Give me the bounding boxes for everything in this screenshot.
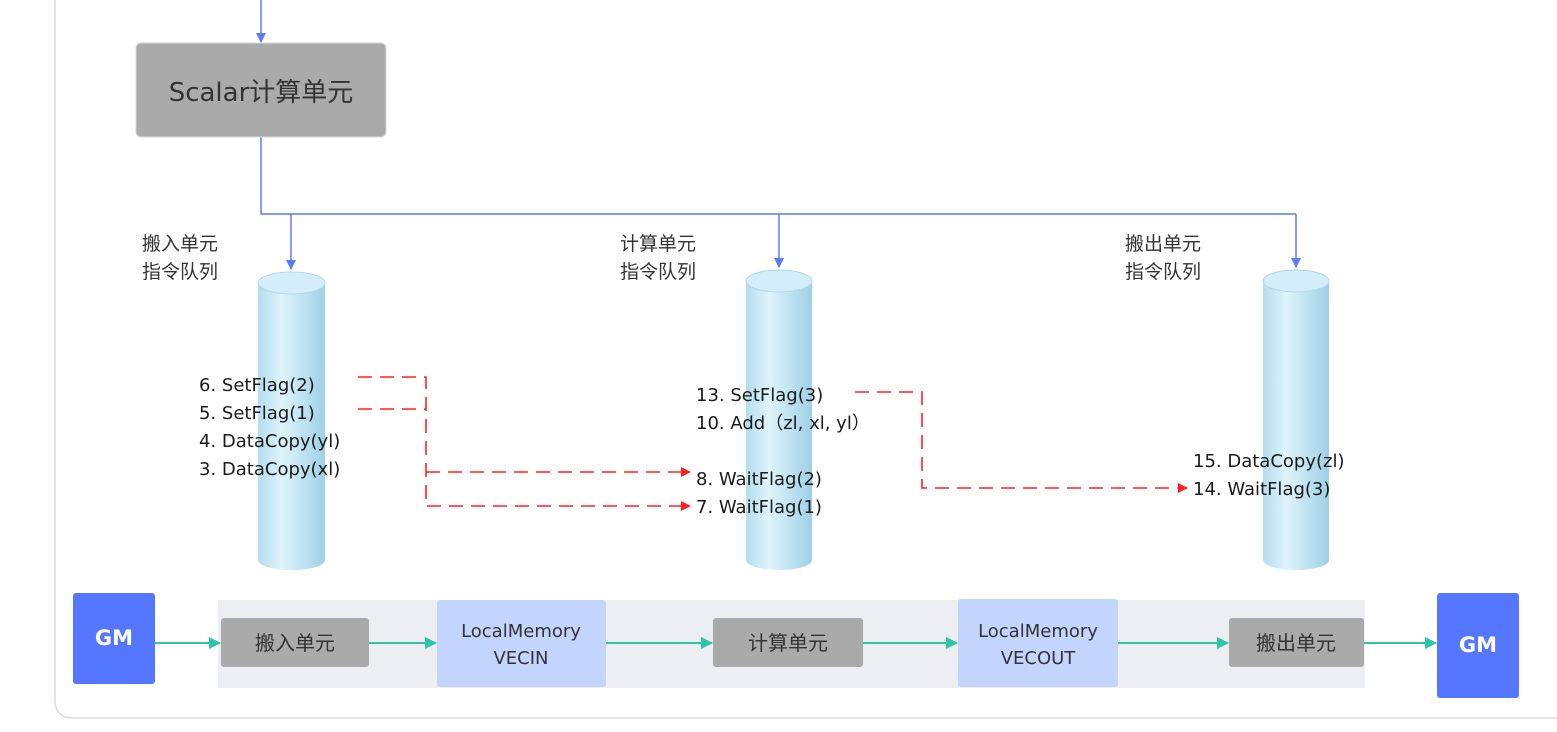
command: 6. SetFlag(2) [199, 375, 315, 396]
copy-in-unit-box: 搬入单元 [221, 618, 369, 667]
command: 5. SetFlag(1) [199, 403, 315, 424]
command: 3. DataCopy(xl) [199, 459, 340, 480]
queue-label-compute: 计算单元 [620, 233, 696, 255]
scalar-unit-label: Scalar计算单元 [169, 78, 354, 108]
vecout-label: VECOUT [1001, 648, 1077, 669]
vecin-label: VECIN [493, 648, 548, 669]
compute-label: 计算单元 [748, 631, 828, 655]
copy-in-label: 搬入单元 [255, 631, 335, 655]
gm-label: GM [95, 626, 133, 650]
vecin-label: LocalMemory [461, 621, 581, 642]
queue-label-copyin: 指令队列 [142, 261, 218, 283]
command: 8. WaitFlag(2) [696, 469, 822, 490]
scalar-unit-box: Scalar计算单元 [135, 42, 387, 138]
gm-output-box: GM [1437, 593, 1519, 698]
control-lines [256, 0, 1301, 270]
queue-cylinder-copyout [1262, 269, 1330, 570]
vecin-box: LocalMemory VECIN [437, 600, 606, 687]
copy-out-unit-box: 搬出单元 [1229, 618, 1364, 667]
command: 15. DataCopy(zl) [1193, 451, 1344, 472]
queue-label-copyout: 搬出单元 [1125, 233, 1201, 255]
queue-label-copyin: 搬入单元 [142, 233, 218, 255]
queue-label-copyout: 指令队列 [1125, 261, 1201, 283]
diagram: Scalar计算单元 搬入单元 指令队列 计算单元 指令队列 搬出单元 指令队列… [54, 0, 1557, 719]
gm-input-box: GM [73, 593, 155, 684]
vecout-box: LocalMemory VECOUT [958, 599, 1118, 687]
command: 10. Add（zl, xl, yl） [696, 413, 870, 434]
command: 14. WaitFlag(3) [1193, 479, 1330, 500]
command: 7. WaitFlag(1) [696, 497, 822, 518]
command: 13. SetFlag(3) [696, 385, 823, 406]
gm-label: GM [1459, 633, 1497, 657]
command: 4. DataCopy(yl) [199, 431, 340, 452]
vecout-label: LocalMemory [978, 621, 1098, 642]
copy-out-label: 搬出单元 [1256, 631, 1336, 655]
queue-label-compute: 指令队列 [620, 261, 696, 283]
compute-unit-box: 计算单元 [713, 618, 863, 667]
